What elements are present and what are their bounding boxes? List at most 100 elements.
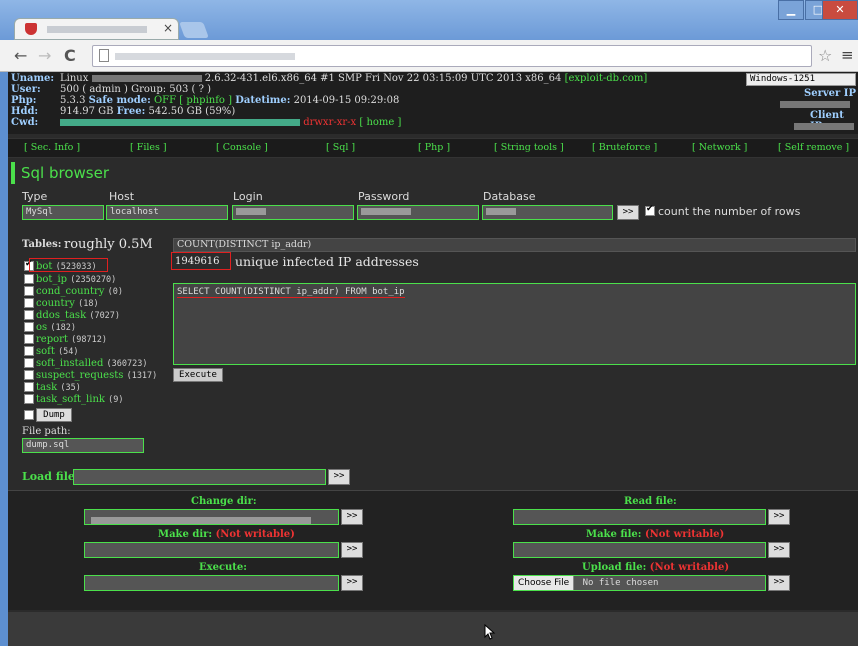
table-item[interactable]: bot_ip (2350270) — [36, 274, 116, 285]
annotation-roughly: roughly 0.5M — [64, 237, 153, 252]
sql-query-textarea[interactable]: SELECT COUNT(DISTINCT ip_addr) FROM bot_… — [173, 283, 856, 365]
home-link[interactable]: [ home ] — [359, 117, 401, 128]
back-icon[interactable]: ← — [14, 46, 27, 65]
read-file-go-button[interactable]: >> — [768, 509, 790, 525]
connect-go-button[interactable]: >> — [617, 205, 639, 220]
url-redacted — [115, 53, 295, 60]
nav-string-tools[interactable]: [ String tools ] — [494, 142, 564, 153]
table-name: ddos_task — [36, 310, 87, 321]
table-name: cond_country — [36, 286, 105, 297]
type-select[interactable]: MySql — [22, 205, 104, 220]
nav-console[interactable]: [ Console ] — [216, 142, 268, 153]
table-item[interactable]: country (18) — [36, 298, 99, 309]
table-item[interactable]: os (182) — [36, 322, 76, 333]
nav-sql[interactable]: [ Sql ] — [326, 142, 355, 153]
table-item[interactable]: ddos_task (7027) — [36, 310, 120, 321]
bookmark-star-icon[interactable]: ☆ — [818, 46, 832, 65]
make-dir-go-button[interactable]: >> — [341, 542, 363, 558]
change-dir-go-button[interactable]: >> — [341, 509, 363, 525]
dump-button[interactable]: Dump — [36, 408, 72, 422]
table-checkbox[interactable] — [24, 334, 34, 344]
user-label: User: — [11, 84, 41, 95]
table-checkbox[interactable] — [24, 274, 34, 284]
cwd-permissions: drwxr-xr-x — [303, 117, 357, 128]
make-dir-label: Make dir: (Not writable) — [158, 529, 295, 540]
close-window-button[interactable]: ✕ — [822, 0, 858, 20]
server-ip-label: Server IP — [804, 88, 856, 99]
upload-file-input[interactable]: Choose File No file chosen — [513, 575, 766, 591]
table-item[interactable]: soft_installed (360723) — [36, 358, 147, 369]
execute-go-button[interactable]: >> — [341, 575, 363, 591]
tab-title-redacted — [47, 26, 147, 33]
not-writable-badge: (Not writable) — [649, 562, 730, 573]
table-checkbox[interactable] — [24, 394, 34, 404]
cwd-value: drwxr-xr-x [ home ] — [60, 117, 401, 128]
nav-sec-info[interactable]: [ Sec. Info ] — [24, 142, 80, 153]
phpinfo-link[interactable]: [ phpinfo ] — [179, 95, 232, 106]
address-bar[interactable] — [92, 45, 812, 67]
execute-label: Execute: — [199, 562, 247, 573]
upload-file-label: Upload file: (Not writable) — [582, 562, 729, 573]
count-rows-label: count the number of rows — [658, 205, 801, 218]
table-item[interactable]: suspect_requests (1317) — [36, 370, 157, 381]
table-item[interactable]: soft (54) — [36, 346, 79, 357]
tab-close-icon[interactable]: × — [163, 21, 173, 35]
main-nav: [ Sec. Info ] [ Files ] [ Console ] [ Sq… — [8, 138, 858, 158]
make-file-input[interactable] — [513, 542, 766, 558]
cwd-label: Cwd: — [11, 117, 39, 128]
read-file-input[interactable] — [513, 509, 766, 525]
page-icon — [99, 49, 109, 62]
shield-favicon-icon — [25, 23, 37, 35]
table-checkbox[interactable] — [24, 358, 34, 368]
make-file-go-button[interactable]: >> — [768, 542, 790, 558]
hdd-value: 914.97 GB Free: 542.50 GB (59%) — [60, 106, 235, 117]
upload-go-button[interactable]: >> — [768, 575, 790, 591]
free-label: Free: — [116, 106, 146, 117]
nav-self-remove[interactable]: [ Self remove ] — [778, 142, 849, 153]
make-dir-input[interactable] — [84, 542, 339, 558]
table-checkbox[interactable] — [24, 298, 34, 308]
change-dir-input[interactable] — [84, 509, 339, 525]
database-select[interactable] — [482, 205, 613, 220]
php-version: 5.3.3 — [60, 95, 86, 106]
table-item[interactable]: cond_country (0) — [36, 286, 123, 297]
exploit-db-link[interactable]: [exploit-db.com] — [565, 73, 648, 84]
hdd-total: 914.97 GB — [60, 106, 114, 117]
file-path-input[interactable]: dump.sql — [22, 438, 144, 453]
login-input[interactable] — [232, 205, 354, 220]
table-checkbox[interactable] — [24, 310, 34, 320]
table-checkbox[interactable] — [24, 286, 34, 296]
reload-icon[interactable]: C — [64, 46, 76, 65]
load-file-go-button[interactable]: >> — [328, 469, 350, 485]
execute-button[interactable]: Execute — [173, 368, 223, 382]
table-name: bot_ip — [36, 274, 68, 285]
execute-input[interactable] — [84, 575, 339, 591]
table-checkbox[interactable] — [24, 370, 34, 380]
count-rows-checkbox[interactable] — [645, 204, 655, 216]
password-input[interactable] — [357, 205, 479, 220]
choose-file-button[interactable]: Choose File — [514, 576, 575, 590]
table-checkbox[interactable] — [24, 346, 34, 356]
client-ip-redacted — [794, 123, 854, 130]
table-item[interactable]: task_soft_link (9) — [36, 394, 124, 405]
table-checkbox[interactable] — [24, 382, 34, 392]
nav-php[interactable]: [ Php ] — [418, 142, 450, 153]
redacted-host — [91, 75, 202, 82]
select-all-checkbox[interactable] — [24, 410, 34, 420]
forward-icon[interactable]: → — [38, 46, 51, 65]
change-dir-label: Change dir: — [191, 496, 257, 507]
nav-files[interactable]: [ Files ] — [130, 142, 167, 153]
table-item[interactable]: task (35) — [36, 382, 81, 393]
nav-bruteforce[interactable]: [ Bruteforce ] — [592, 142, 657, 153]
load-file-input[interactable] — [73, 469, 326, 485]
nav-network[interactable]: [ Network ] — [692, 142, 747, 153]
table-item[interactable]: report (98712) — [36, 334, 107, 345]
browser-tab[interactable]: × — [14, 18, 179, 40]
host-input[interactable]: localhost — [106, 205, 228, 220]
table-checkbox[interactable] — [24, 322, 34, 332]
menu-icon[interactable]: ≡ — [841, 46, 854, 64]
minimize-button[interactable]: ▁ — [778, 0, 804, 20]
new-tab-button[interactable] — [179, 22, 209, 38]
encoding-select[interactable]: Windows-1251 — [746, 73, 856, 86]
password-label: Password — [358, 190, 410, 203]
